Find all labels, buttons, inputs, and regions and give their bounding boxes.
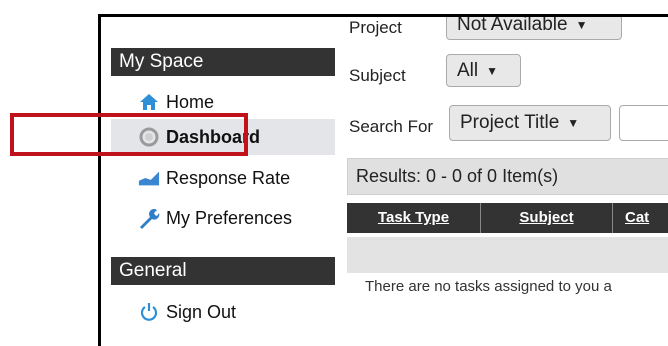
project-select[interactable]: Not Available ▼ — [446, 17, 622, 40]
sidebar-item-response-rate[interactable]: Response Rate — [111, 163, 335, 193]
search-for-label: Search For — [349, 117, 434, 136]
table-header: Task Type Subject Cat — [347, 203, 668, 233]
home-icon — [138, 91, 160, 113]
project-label: Project — [349, 18, 402, 37]
highlight-box — [10, 113, 248, 156]
sidebar: My Space Home Dashboard Response Rate My… — [101, 17, 335, 346]
column-header-category[interactable]: Cat — [613, 203, 668, 233]
sidebar-item-sign-out[interactable]: Sign Out — [111, 295, 335, 329]
dropdown-arrow-icon: ▼ — [486, 63, 499, 78]
power-icon — [138, 301, 160, 323]
column-header-subject[interactable]: Subject — [481, 203, 613, 233]
sidebar-item-my-preferences[interactable]: My Preferences — [111, 201, 335, 235]
subject-label: Subject — [349, 66, 406, 85]
empty-message: There are no tasks assigned to you a — [365, 278, 612, 295]
sidebar-item-label: My Preferences — [166, 207, 293, 228]
dropdown-arrow-icon: ▼ — [567, 116, 580, 130]
chart-icon — [138, 167, 160, 189]
table-row — [347, 237, 668, 273]
section-header-my-space: My Space — [111, 48, 335, 76]
subject-select[interactable]: All ▼ — [446, 54, 521, 87]
sidebar-item-label: Sign Out — [166, 301, 237, 322]
column-header-task-type[interactable]: Task Type — [347, 203, 481, 233]
main-content: Project Not Available ▼ Subject All ▼ Se… — [344, 17, 668, 346]
wrench-icon — [138, 207, 160, 229]
search-input[interactable] — [619, 105, 668, 141]
results-summary: Results: 0 - 0 of 0 Item(s) — [347, 158, 668, 195]
dropdown-arrow-icon: ▼ — [575, 17, 588, 32]
search-field-select[interactable]: Project Title ▼ — [449, 105, 611, 141]
section-header-general: General — [111, 257, 335, 285]
app-window: My Space Home Dashboard Response Rate My… — [98, 14, 668, 346]
sidebar-item-label: Response Rate — [166, 167, 291, 188]
sidebar-item-label: Home — [166, 91, 215, 112]
